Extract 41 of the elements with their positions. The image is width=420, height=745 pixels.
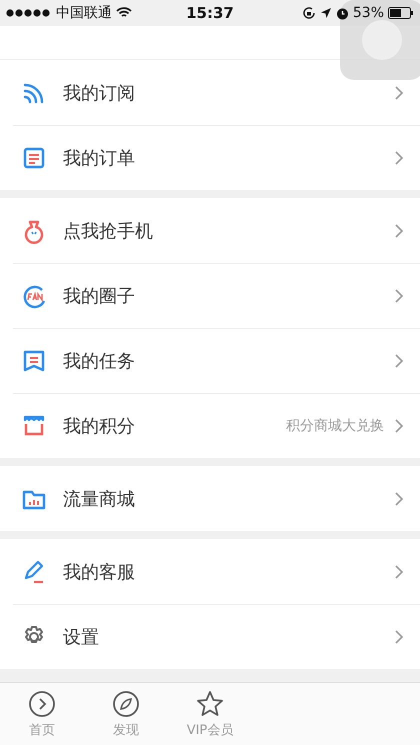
- alarm-icon: [336, 6, 349, 20]
- battery-percent: 53%: [352, 5, 384, 21]
- menu-item[interactable]: 我的客服: [0, 539, 420, 604]
- chevron-icon: [394, 490, 404, 506]
- menu-label: 我的客服: [63, 560, 136, 584]
- location-icon: [320, 7, 332, 19]
- chevron-icon: [394, 222, 404, 238]
- menu-label: 我的任务: [63, 350, 136, 372]
- chevron-icon: [394, 150, 404, 166]
- menu-label: 设置: [63, 626, 100, 648]
- menu-detail: 积分商城大兑换: [286, 416, 384, 434]
- menu-item[interactable]: 我的圈子: [0, 263, 420, 328]
- chevron-circle-icon: [28, 690, 56, 718]
- rotation-lock-icon: [302, 6, 316, 20]
- menu-item[interactable]: 点我抢手机: [0, 198, 420, 263]
- menu-item[interactable]: 我的任务: [0, 328, 420, 393]
- chevron-icon: [394, 288, 404, 304]
- chevron-icon: [394, 564, 404, 580]
- menu-item[interactable]: 流量商城: [0, 466, 420, 531]
- chevron-icon: [394, 84, 404, 100]
- menu-label: 我的订阅: [63, 82, 136, 104]
- chevron-icon: [394, 628, 404, 644]
- status-time: 15:37: [186, 4, 234, 22]
- carrier-name: 中国联通: [56, 4, 112, 22]
- signal-icon: [6, 9, 52, 17]
- menu-item[interactable]: 我的订阅: [0, 60, 420, 125]
- star-icon: [196, 690, 224, 718]
- chevron-icon: [394, 352, 404, 368]
- chevron-icon: [394, 418, 404, 434]
- compass-icon: [112, 690, 140, 718]
- menu-item[interactable]: 我的订单: [0, 125, 420, 190]
- wifi-icon: [116, 7, 132, 19]
- menu-item[interactable]: 设置: [0, 604, 420, 669]
- menu-label: 流量商城: [63, 488, 136, 510]
- assistive-touch-button[interactable]: [340, 0, 420, 80]
- menu-label: 我的圈子: [63, 284, 136, 308]
- menu-item[interactable]: 我的积分 积分商城大兑换: [0, 393, 420, 458]
- menu-label: 我的订单: [63, 146, 136, 170]
- menu-label: 我的积分: [63, 414, 136, 438]
- menu-label: 点我抢手机: [63, 220, 154, 242]
- battery-icon: [388, 7, 414, 19]
